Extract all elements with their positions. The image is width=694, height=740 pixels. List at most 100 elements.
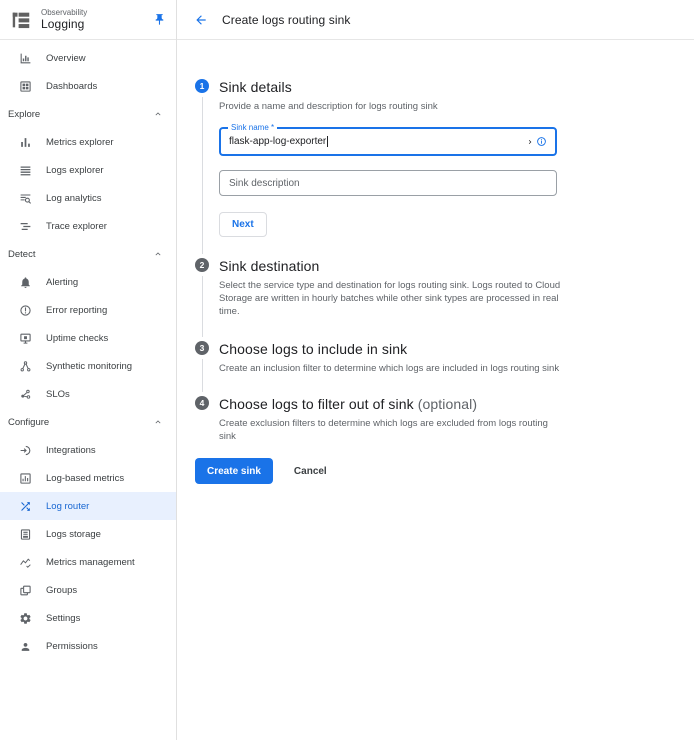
sidebar-section-configure[interactable]: Configure	[0, 408, 176, 436]
sidebar-item-label: Overview	[46, 53, 86, 64]
sidebar-item-permissions[interactable]: Permissions	[0, 632, 176, 660]
dashboards-icon	[19, 80, 32, 93]
sidebar-item-logs-explorer[interactable]: Logs explorer	[0, 156, 176, 184]
step-sink-details: 1 Sink details Provide a name and descri…	[195, 79, 674, 258]
sink-description-input[interactable]	[219, 170, 557, 196]
sidebar-item-metrics-explorer[interactable]: Metrics explorer	[0, 128, 176, 156]
sidebar-item-log-based-metrics[interactable]: Log-based metrics	[0, 464, 176, 492]
slos-icon	[19, 388, 32, 401]
step-3-title: Choose logs to include in sink	[219, 341, 563, 357]
back-arrow-icon[interactable]	[194, 13, 208, 27]
pin-icon[interactable]	[153, 13, 166, 26]
step-2-title: Sink destination	[219, 258, 563, 274]
step-4-description: Create exclusion filters to determine wh…	[219, 417, 563, 443]
product-name: Logging	[41, 17, 87, 31]
step-4-indicator: 4	[195, 396, 209, 410]
sidebar-item-slos[interactable]: SLOs	[0, 380, 176, 408]
sidebar-item-label: Logs explorer	[46, 165, 104, 176]
sidebar-item-error-reporting[interactable]: Error reporting	[0, 296, 176, 324]
sidebar-item-metrics-management[interactable]: Metrics management	[0, 548, 176, 576]
sidebar-item-label: Groups	[46, 585, 77, 596]
sidebar-item-label: Metrics management	[46, 557, 135, 568]
sidebar-item-label: Log-based metrics	[46, 473, 124, 484]
chevron-up-icon	[153, 109, 163, 119]
step-connector	[202, 276, 203, 337]
sidebar-section-explore[interactable]: Explore	[0, 100, 176, 128]
step-exclude-logs: 4 Choose logs to filter out of sink (opt…	[195, 396, 674, 445]
logs-storage-icon	[19, 528, 32, 541]
page-title: Create logs routing sink	[222, 13, 350, 27]
stepper-content: 1 Sink details Provide a name and descri…	[177, 40, 694, 484]
page-header: Create logs routing sink	[177, 0, 694, 40]
sidebar-item-label: Dashboards	[46, 81, 97, 92]
metrics-management-icon	[19, 556, 32, 569]
step-1-indicator: 1	[195, 79, 209, 93]
log-based-metrics-icon	[19, 472, 32, 485]
sink-name-label: Sink name *	[228, 123, 277, 132]
sidebar-item-synthetic-monitoring[interactable]: Synthetic monitoring	[0, 352, 176, 380]
logging-logo-icon	[10, 9, 32, 31]
cancel-button[interactable]: Cancel	[294, 466, 327, 477]
app-window: Observability Logging Overview Dashboards…	[0, 0, 694, 740]
sidebar-item-label: Logs storage	[46, 529, 101, 540]
sidebar-item-dashboards[interactable]: Dashboards	[0, 72, 176, 100]
sidebar-item-log-analytics[interactable]: Log analytics	[0, 184, 176, 212]
error-reporting-icon	[19, 304, 32, 317]
step-2-indicator: 2	[195, 258, 209, 272]
synthetic-monitoring-icon	[19, 360, 32, 373]
sidebar: Observability Logging Overview Dashboards…	[0, 0, 177, 740]
form-actions: Create sink Cancel	[195, 458, 674, 484]
text-caret	[327, 136, 328, 147]
main-panel: Create logs routing sink 1 Sink details …	[177, 0, 694, 740]
sidebar-item-log-router[interactable]: Log router	[0, 492, 176, 520]
sidebar-nav: Overview Dashboards Explore Metrics explore…	[0, 40, 176, 660]
permissions-icon	[19, 640, 32, 653]
logs-explorer-icon	[19, 164, 32, 177]
section-label: Detect	[8, 249, 35, 260]
chevron-up-icon	[153, 417, 163, 427]
step-4-title: Choose logs to filter out of sink (optio…	[219, 396, 563, 412]
sidebar-item-alerting[interactable]: Alerting	[0, 268, 176, 296]
sidebar-item-label: SLOs	[46, 389, 70, 400]
integrations-icon	[19, 444, 32, 457]
sidebar-item-label: Uptime checks	[46, 333, 108, 344]
step-3-indicator: 3	[195, 341, 209, 355]
sidebar-item-label: Log analytics	[46, 193, 101, 204]
sidebar-item-integrations[interactable]: Integrations	[0, 436, 176, 464]
sidebar-item-logs-storage[interactable]: Logs storage	[0, 520, 176, 548]
chevron-right-icon[interactable]	[526, 138, 534, 146]
sidebar-item-label: Trace explorer	[46, 221, 107, 232]
groups-icon	[19, 584, 32, 597]
section-label: Explore	[8, 109, 40, 120]
sidebar-item-trace-explorer[interactable]: Trace explorer	[0, 212, 176, 240]
sidebar-item-uptime-checks[interactable]: Uptime checks	[0, 324, 176, 352]
sidebar-item-settings[interactable]: Settings	[0, 604, 176, 632]
sidebar-item-label: Log router	[46, 501, 89, 512]
step-connector	[202, 359, 203, 392]
metrics-explorer-icon	[19, 136, 32, 149]
optional-tag: (optional)	[418, 396, 477, 412]
sidebar-item-label: Integrations	[46, 445, 96, 456]
sidebar-item-label: Alerting	[46, 277, 78, 288]
sidebar-header: Observability Logging	[0, 0, 176, 40]
sink-name-input[interactable]: Sink name * flask-app-log-exporter	[219, 127, 557, 156]
sidebar-item-label: Settings	[46, 613, 80, 624]
sidebar-item-overview[interactable]: Overview	[0, 44, 176, 72]
info-icon[interactable]	[536, 136, 547, 147]
trace-explorer-icon	[19, 220, 32, 233]
sidebar-section-detect[interactable]: Detect	[0, 240, 176, 268]
overview-icon	[19, 52, 32, 65]
alerting-icon	[19, 276, 32, 289]
sidebar-item-label: Error reporting	[46, 305, 107, 316]
step-3-description: Create an inclusion filter to determine …	[219, 362, 563, 375]
log-router-icon	[19, 500, 32, 513]
step-connector	[202, 97, 203, 254]
create-sink-button[interactable]: Create sink	[195, 458, 273, 484]
sidebar-item-groups[interactable]: Groups	[0, 576, 176, 604]
sink-name-value: flask-app-log-exporter	[229, 136, 326, 147]
sidebar-item-label: Metrics explorer	[46, 137, 114, 148]
next-button[interactable]: Next	[219, 212, 267, 237]
step-2-description: Select the service type and destination …	[219, 279, 563, 318]
sidebar-item-label: Permissions	[46, 641, 98, 652]
section-label: Configure	[8, 417, 49, 428]
